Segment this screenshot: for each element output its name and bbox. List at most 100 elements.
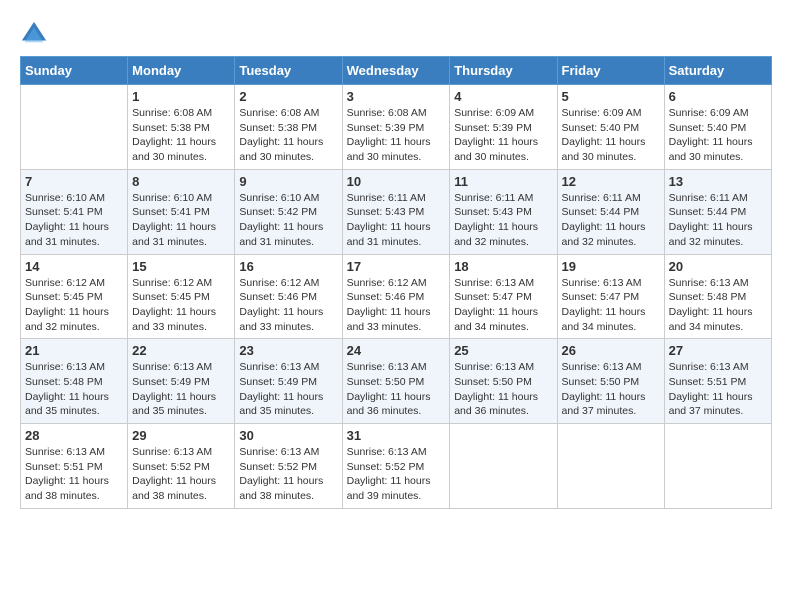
day-header-sunday: Sunday [21,57,128,85]
day-number: 6 [669,89,767,104]
day-cell: 25 Sunrise: 6:13 AMSunset: 5:50 PMDaylig… [450,339,557,424]
calendar-table: SundayMondayTuesdayWednesdayThursdayFrid… [20,56,772,509]
day-number: 19 [562,259,660,274]
day-cell [450,424,557,509]
day-info: Sunrise: 6:13 AMSunset: 5:48 PMDaylight:… [669,276,767,335]
day-info: Sunrise: 6:08 AMSunset: 5:39 PMDaylight:… [347,106,446,165]
day-header-saturday: Saturday [664,57,771,85]
day-info: Sunrise: 6:11 AMSunset: 5:43 PMDaylight:… [454,191,552,250]
day-info: Sunrise: 6:11 AMSunset: 5:43 PMDaylight:… [347,191,446,250]
day-cell: 16 Sunrise: 6:12 AMSunset: 5:46 PMDaylig… [235,254,342,339]
day-cell: 21 Sunrise: 6:13 AMSunset: 5:48 PMDaylig… [21,339,128,424]
day-cell [21,85,128,170]
day-number: 23 [239,343,337,358]
day-header-friday: Friday [557,57,664,85]
day-cell: 5 Sunrise: 6:09 AMSunset: 5:40 PMDayligh… [557,85,664,170]
day-cell: 15 Sunrise: 6:12 AMSunset: 5:45 PMDaylig… [128,254,235,339]
day-cell: 10 Sunrise: 6:11 AMSunset: 5:43 PMDaylig… [342,169,450,254]
day-cell: 12 Sunrise: 6:11 AMSunset: 5:44 PMDaylig… [557,169,664,254]
day-number: 21 [25,343,123,358]
day-cell: 9 Sunrise: 6:10 AMSunset: 5:42 PMDayligh… [235,169,342,254]
day-number: 22 [132,343,230,358]
day-info: Sunrise: 6:13 AMSunset: 5:51 PMDaylight:… [669,360,767,419]
day-info: Sunrise: 6:11 AMSunset: 5:44 PMDaylight:… [562,191,660,250]
day-number: 10 [347,174,446,189]
day-cell: 1 Sunrise: 6:08 AMSunset: 5:38 PMDayligh… [128,85,235,170]
day-number: 5 [562,89,660,104]
day-info: Sunrise: 6:13 AMSunset: 5:50 PMDaylight:… [562,360,660,419]
day-cell: 19 Sunrise: 6:13 AMSunset: 5:47 PMDaylig… [557,254,664,339]
day-number: 25 [454,343,552,358]
day-info: Sunrise: 6:08 AMSunset: 5:38 PMDaylight:… [132,106,230,165]
week-row-1: 1 Sunrise: 6:08 AMSunset: 5:38 PMDayligh… [21,85,772,170]
day-info: Sunrise: 6:10 AMSunset: 5:41 PMDaylight:… [25,191,123,250]
day-number: 15 [132,259,230,274]
day-cell: 22 Sunrise: 6:13 AMSunset: 5:49 PMDaylig… [128,339,235,424]
day-number: 27 [669,343,767,358]
day-info: Sunrise: 6:13 AMSunset: 5:49 PMDaylight:… [132,360,230,419]
day-cell: 28 Sunrise: 6:13 AMSunset: 5:51 PMDaylig… [21,424,128,509]
day-info: Sunrise: 6:09 AMSunset: 5:40 PMDaylight:… [669,106,767,165]
page-header [20,20,772,48]
day-header-wednesday: Wednesday [342,57,450,85]
day-cell: 8 Sunrise: 6:10 AMSunset: 5:41 PMDayligh… [128,169,235,254]
day-number: 1 [132,89,230,104]
day-info: Sunrise: 6:13 AMSunset: 5:47 PMDaylight:… [454,276,552,335]
day-cell: 4 Sunrise: 6:09 AMSunset: 5:39 PMDayligh… [450,85,557,170]
week-row-2: 7 Sunrise: 6:10 AMSunset: 5:41 PMDayligh… [21,169,772,254]
day-cell: 29 Sunrise: 6:13 AMSunset: 5:52 PMDaylig… [128,424,235,509]
day-number: 29 [132,428,230,443]
day-info: Sunrise: 6:09 AMSunset: 5:40 PMDaylight:… [562,106,660,165]
day-info: Sunrise: 6:09 AMSunset: 5:39 PMDaylight:… [454,106,552,165]
day-number: 24 [347,343,446,358]
day-info: Sunrise: 6:10 AMSunset: 5:41 PMDaylight:… [132,191,230,250]
day-cell: 31 Sunrise: 6:13 AMSunset: 5:52 PMDaylig… [342,424,450,509]
day-cell: 11 Sunrise: 6:11 AMSunset: 5:43 PMDaylig… [450,169,557,254]
day-number: 9 [239,174,337,189]
week-row-5: 28 Sunrise: 6:13 AMSunset: 5:51 PMDaylig… [21,424,772,509]
day-info: Sunrise: 6:12 AMSunset: 5:46 PMDaylight:… [239,276,337,335]
day-info: Sunrise: 6:13 AMSunset: 5:50 PMDaylight:… [454,360,552,419]
day-info: Sunrise: 6:10 AMSunset: 5:42 PMDaylight:… [239,191,337,250]
week-row-3: 14 Sunrise: 6:12 AMSunset: 5:45 PMDaylig… [21,254,772,339]
week-row-4: 21 Sunrise: 6:13 AMSunset: 5:48 PMDaylig… [21,339,772,424]
day-cell [557,424,664,509]
day-cell: 20 Sunrise: 6:13 AMSunset: 5:48 PMDaylig… [664,254,771,339]
day-cell: 30 Sunrise: 6:13 AMSunset: 5:52 PMDaylig… [235,424,342,509]
day-info: Sunrise: 6:13 AMSunset: 5:52 PMDaylight:… [239,445,337,504]
day-cell: 13 Sunrise: 6:11 AMSunset: 5:44 PMDaylig… [664,169,771,254]
day-header-thursday: Thursday [450,57,557,85]
day-number: 2 [239,89,337,104]
day-info: Sunrise: 6:13 AMSunset: 5:52 PMDaylight:… [132,445,230,504]
day-number: 20 [669,259,767,274]
day-cell: 23 Sunrise: 6:13 AMSunset: 5:49 PMDaylig… [235,339,342,424]
day-header-monday: Monday [128,57,235,85]
day-cell: 27 Sunrise: 6:13 AMSunset: 5:51 PMDaylig… [664,339,771,424]
day-info: Sunrise: 6:13 AMSunset: 5:48 PMDaylight:… [25,360,123,419]
day-number: 28 [25,428,123,443]
day-number: 8 [132,174,230,189]
day-info: Sunrise: 6:12 AMSunset: 5:45 PMDaylight:… [25,276,123,335]
day-cell: 17 Sunrise: 6:12 AMSunset: 5:46 PMDaylig… [342,254,450,339]
day-info: Sunrise: 6:13 AMSunset: 5:49 PMDaylight:… [239,360,337,419]
day-cell: 7 Sunrise: 6:10 AMSunset: 5:41 PMDayligh… [21,169,128,254]
day-cell: 3 Sunrise: 6:08 AMSunset: 5:39 PMDayligh… [342,85,450,170]
day-number: 4 [454,89,552,104]
day-info: Sunrise: 6:13 AMSunset: 5:52 PMDaylight:… [347,445,446,504]
day-cell: 2 Sunrise: 6:08 AMSunset: 5:38 PMDayligh… [235,85,342,170]
day-number: 16 [239,259,337,274]
logo [20,20,52,48]
day-cell: 18 Sunrise: 6:13 AMSunset: 5:47 PMDaylig… [450,254,557,339]
day-number: 12 [562,174,660,189]
day-info: Sunrise: 6:08 AMSunset: 5:38 PMDaylight:… [239,106,337,165]
day-number: 17 [347,259,446,274]
day-info: Sunrise: 6:12 AMSunset: 5:45 PMDaylight:… [132,276,230,335]
day-info: Sunrise: 6:13 AMSunset: 5:47 PMDaylight:… [562,276,660,335]
day-cell [664,424,771,509]
day-info: Sunrise: 6:12 AMSunset: 5:46 PMDaylight:… [347,276,446,335]
logo-icon [20,20,48,48]
day-info: Sunrise: 6:13 AMSunset: 5:51 PMDaylight:… [25,445,123,504]
day-cell: 14 Sunrise: 6:12 AMSunset: 5:45 PMDaylig… [21,254,128,339]
day-number: 31 [347,428,446,443]
day-cell: 26 Sunrise: 6:13 AMSunset: 5:50 PMDaylig… [557,339,664,424]
